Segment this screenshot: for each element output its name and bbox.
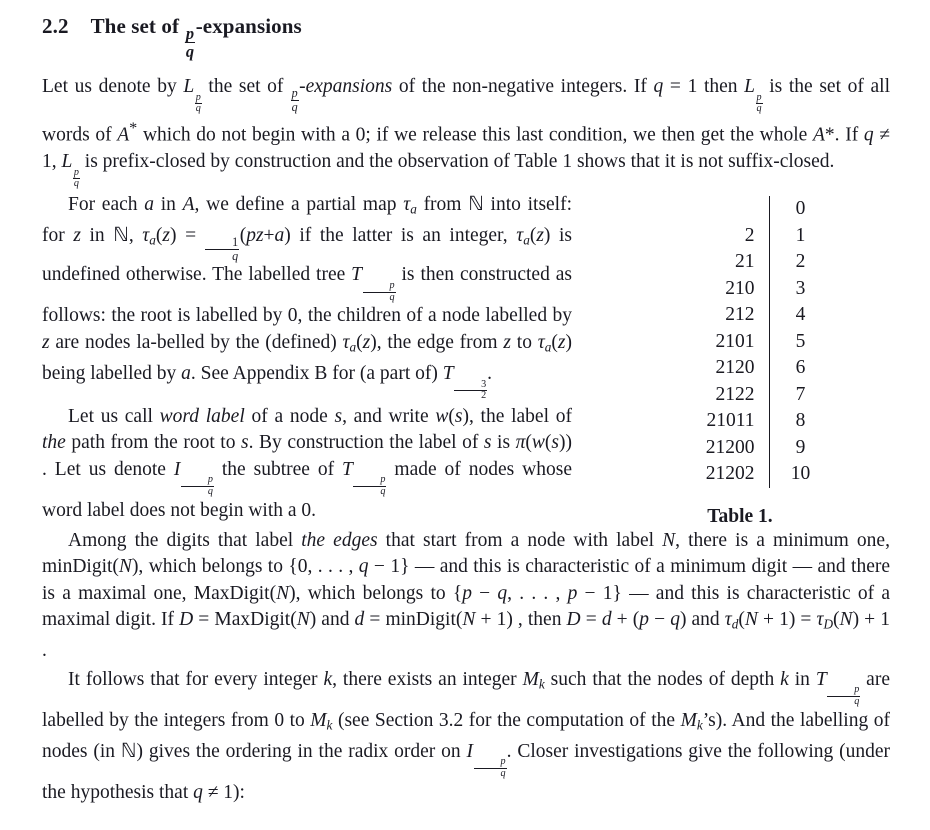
subscript-p-over-q: pq [362,280,396,303]
table-cell-value: 7 [795,383,806,405]
table-cell-value: 4 [795,304,806,325]
subscript-three-over-two: 32 [454,379,488,402]
symbol-naturals: ℕ [468,194,484,215]
table-cell-value: 2 [795,251,806,272]
paragraph-word-label: Let us call word label of a node s, and … [42,405,572,521]
symbol-pi: π [515,432,526,454]
section-heading: 2.2 The set of p q -expansions [42,14,890,60]
symbol-T: T [815,668,827,690]
paragraph-min-max-digit: Among the digits that label the edges th… [42,529,891,662]
symbol-T: T [342,458,353,480]
float-region: 0 21 21 2 210 3 212 4 2101 5 2120 6 2122 7 210… [42,192,890,528]
fraction-p-over-q-inline: pq [290,86,299,114]
symbol-M: M [310,709,327,731]
subscript-p-over-q: pq [755,91,763,115]
table-cell-value: 9 [795,436,806,458]
table-cell-word: 21 [662,249,770,276]
symbol-M: M [522,668,539,690]
table-cell-word: 21011 [662,408,770,435]
symbol-T: T [442,362,454,384]
table-cell-word: 2 [662,222,770,249]
section-title-after: -expansions [195,14,302,38]
symbol-tau: τ [342,331,350,353]
table-1-float: 0 21 21 2 210 3 212 4 2101 5 2120 6 2122 7 210… [590,196,890,528]
paragraph-intro: Let us denote by Lpq the set of p q -expan… [42,76,891,190]
symbol-tau: τ [537,331,545,353]
subscript-p-over-q: pq [180,475,214,497]
table-row: 21 [662,222,818,249]
document-page: 2.2 The set of p q -expansions Let us deno… [42,14,890,808]
symbol-naturals: ℕ [120,740,137,762]
table-row: 21011 8 [662,408,818,435]
table-row: 212 4 [662,302,818,329]
paragraph-depth-nodes: It follows that for every integer k, the… [42,668,891,803]
symbol-I: I [466,740,474,762]
table-row: 2122 7 [662,381,818,408]
symbol-naturals: ℕ [113,225,129,247]
table-row: 2101 5 [662,328,818,355]
symbol-L: L [183,76,195,98]
fraction-p-over-q: pq [184,24,196,62]
table-cell-value: 1 [795,224,806,246]
table-cell-value: 6 [795,357,806,378]
symbol-M: M [680,709,697,731]
table-cell-word: 21202 [662,461,770,488]
subscript-p-over-q: pq [194,91,202,115]
table-row: 21200 9 [662,434,818,461]
table-cell-value: 10 [790,463,811,484]
symbol-I: I [173,458,181,480]
table-row: 210 3 [662,275,818,302]
section-number: 2.2 [42,14,69,38]
symbol-T: T [351,264,363,286]
subscript-p-over-q: pq [827,685,861,707]
table-cell-value: 5 [795,330,806,352]
table-cell-word: 2122 [662,381,770,408]
left-column-text: For each a in A, we define a partial map… [42,192,572,526]
subscript-p-over-q: pq [72,166,80,190]
table-caption: Table 1. [707,505,773,527]
table-cell-word: 21200 [662,434,770,461]
table-cell-word: 210 [662,275,770,302]
expansion-table: 0 21 21 2 210 3 212 4 2101 5 2120 6 2122 7 210… [662,196,818,488]
table-cell-word [662,196,770,223]
table-row: 2120 6 [662,355,818,382]
table-cell-value: 0 [795,198,806,219]
table-cell-word: 2101 [662,328,770,355]
table-cell-value: 8 [795,410,806,431]
table-row: 21202 10 [662,461,818,488]
table-cell-word: 212 [662,302,770,329]
table-cell-word: 2120 [662,355,770,382]
subscript-p-over-q: pq [473,757,507,779]
symbol-tau: τ [724,609,732,630]
subscript-p-over-q: pq [353,475,387,497]
table-cell-value: 3 [795,277,806,299]
expansion-table-body: 0 21 21 2 210 3 212 4 2101 5 2120 6 2122 7 210… [662,196,818,488]
section-title-before: The set of [90,14,185,38]
paragraph-tau-definition: For each a in A, we define a partial map… [42,194,572,402]
table-row: 21 2 [662,249,818,276]
table-row: 0 [662,196,818,223]
section-title: The set of p q -expansions [91,14,302,60]
fraction-one-over-q: 1q [205,236,240,262]
